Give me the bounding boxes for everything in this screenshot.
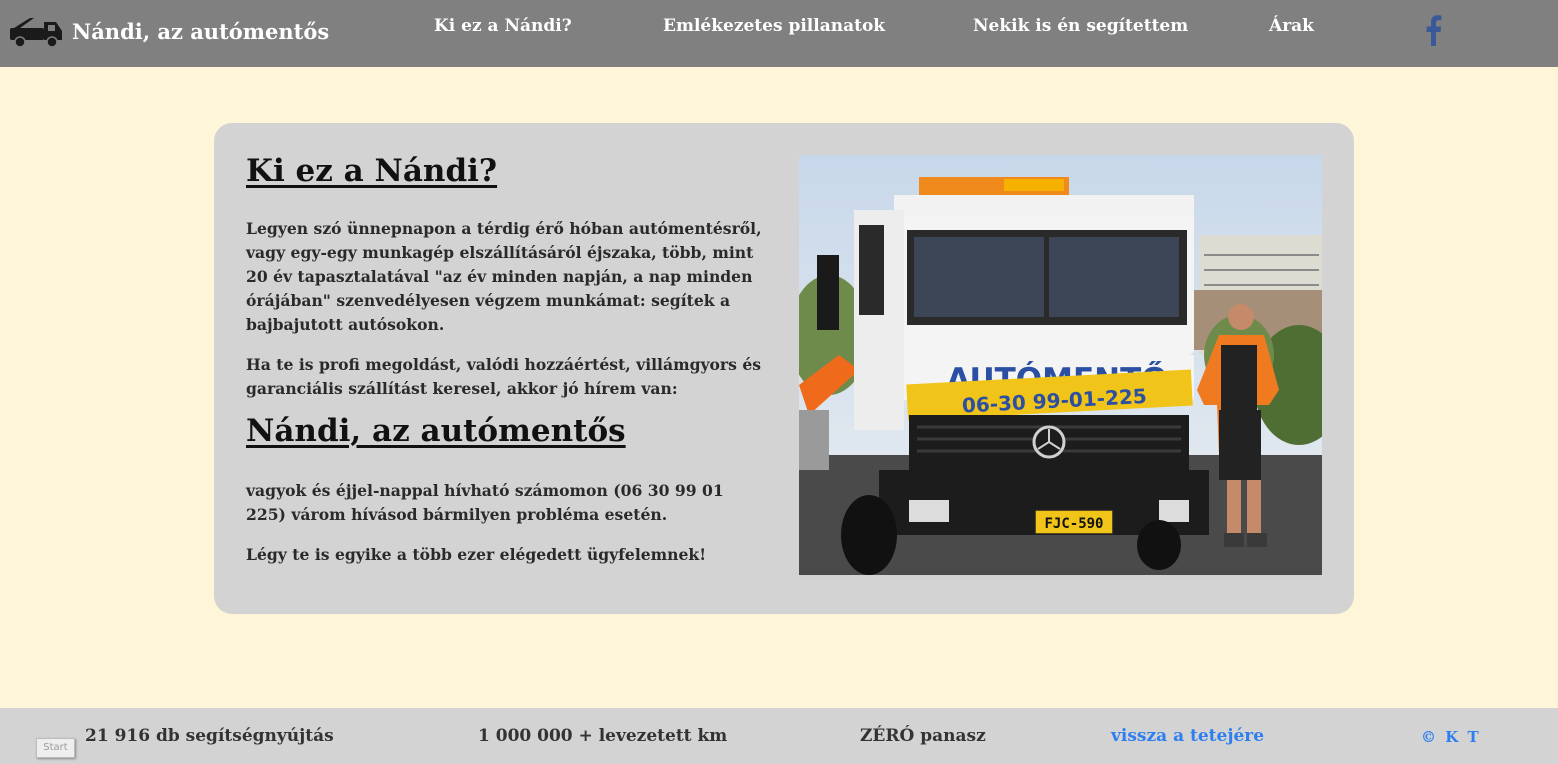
tow-truck-icon (10, 18, 62, 48)
nav-link-nekik-is-en-segitettem[interactable]: Nekik is én segítettem (973, 16, 1188, 36)
stat-kilometers: 1 000 000 + levezetett km (478, 726, 728, 746)
top-navigation-bar: Nándi, az autómentős Ki ez a Nándi? Emlé… (0, 0, 1558, 67)
brand-subtitle: Nándi, az autómentős (246, 413, 626, 449)
nav-link-ki-ez-a-nandi[interactable]: Ki ez a Nándi? (434, 16, 572, 36)
back-to-top-link[interactable]: vissza a tetejére (1111, 726, 1264, 746)
facebook-icon[interactable] (1424, 14, 1442, 46)
contact-paragraph: vagyok és éjjel-nappal hívható számomon … (246, 481, 724, 524)
about-text-column: Ki ez a Nándi? Legyen szó ünnepnapon a t… (246, 153, 766, 567)
page-title: Ki ez a Nándi? (246, 153, 498, 189)
nav-link-emlekezetes-pillanatok[interactable]: Emlékezetes pillanatok (663, 16, 885, 36)
stat-assists: 21 916 db segítségnyújtás (85, 726, 334, 746)
nav-link-arak[interactable]: Árak (1269, 16, 1314, 36)
start-button[interactable]: Start (36, 738, 75, 758)
stat-complaints: ZÉRÓ panasz (860, 726, 986, 746)
offer-paragraph: Ha te is profi megoldást, valódi hozzáér… (246, 355, 762, 398)
intro-paragraph: Legyen szó ünnepnapon a térdig érő hóban… (246, 219, 762, 334)
closing-paragraph: Légy te is egyike a több ezer elégedett … (246, 545, 707, 564)
brand-name: Nándi, az autómentős (72, 18, 330, 44)
license-plate-text: FJC-590 (1044, 516, 1103, 532)
tow-truck-photo: AUTÓMENTŐ 06-30 99-01-225 FJC-590 (799, 155, 1322, 575)
about-card: Ki ez a Nándi? Legyen szó ünnepnapon a t… (214, 123, 1354, 614)
copyright-text: © K T (1421, 728, 1481, 746)
footer-bar: 21 916 db segítségnyújtás 1 000 000 + le… (0, 708, 1558, 764)
brand-logo-link[interactable]: Nándi, az autómentős (8, 14, 329, 48)
